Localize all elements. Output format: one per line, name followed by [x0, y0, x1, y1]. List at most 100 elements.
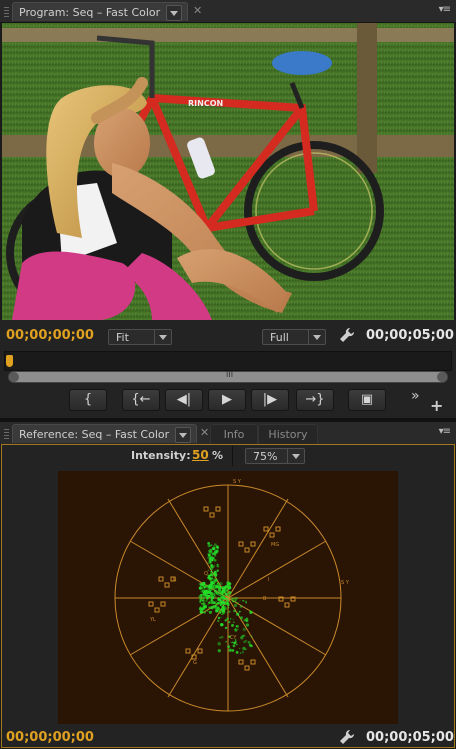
vector-trace-point	[221, 592, 224, 595]
wrench-icon[interactable]	[339, 729, 355, 749]
vector-trace-point	[214, 559, 216, 561]
zoom-select[interactable]: Fit	[108, 329, 172, 345]
tab-program[interactable]: Program: Seq – Fast Color	[12, 2, 188, 21]
vector-trace-point	[206, 589, 210, 593]
zoom-scrollbar[interactable]: III	[8, 370, 448, 383]
vector-label-cy: CY	[230, 635, 237, 641]
vector-target-box	[215, 506, 221, 512]
scrollbar-grip: III	[226, 370, 234, 379]
vector-trace-point	[207, 541, 210, 545]
vector-trace-point	[209, 574, 212, 577]
vector-label-q: Q	[204, 571, 208, 577]
vector-trace-point	[218, 586, 222, 590]
quality-select[interactable]: Full	[262, 329, 326, 345]
vector-label-mg: MG	[271, 542, 279, 548]
tab-history[interactable]: History	[258, 424, 318, 444]
vector-trace-point	[201, 587, 204, 589]
vector-trace-point	[235, 643, 238, 646]
vector-label-sy: S Y	[233, 479, 242, 485]
scrollbar-right-handle[interactable]	[437, 372, 447, 382]
scrollbar-left-handle[interactable]	[9, 372, 19, 382]
vector-trace-point	[228, 591, 232, 595]
vector-target-box	[263, 526, 269, 532]
vector-trace-point	[217, 616, 221, 620]
vector-trace-point	[216, 601, 220, 605]
vector-trace-point	[206, 600, 208, 602]
vector-trace-point	[211, 585, 213, 587]
step-back-icon: ◀|	[176, 392, 192, 407]
go-to-out-button[interactable]: →}	[296, 389, 334, 411]
vector-trace-point	[233, 609, 236, 613]
step-forward-button[interactable]: |▶	[251, 389, 289, 411]
vector-trace-point	[204, 605, 208, 608]
vector-trace-point	[209, 556, 213, 559]
vector-target-box	[250, 659, 256, 665]
vectorscope-display[interactable]: S Y S Y MG B CY R G YL I Q	[58, 471, 398, 724]
export-frame-button[interactable]: ▣	[348, 389, 386, 411]
vectorscope-scale-select[interactable]: 75%	[245, 448, 305, 464]
vector-trace-point	[219, 636, 221, 639]
add-button-icon[interactable]: +	[430, 396, 443, 415]
step-back-button[interactable]: ◀|	[165, 389, 203, 411]
mark-in-button[interactable]: {	[69, 389, 107, 411]
vector-trace-point	[227, 645, 231, 648]
vector-trace-point	[226, 612, 229, 614]
vector-trace-point	[218, 590, 221, 592]
vector-trace-point	[219, 611, 222, 614]
tab-dropdown-icon[interactable]	[175, 427, 192, 443]
vector-trace-point	[200, 602, 203, 605]
vector-trace-point	[238, 610, 241, 613]
wrench-icon[interactable]	[339, 327, 355, 347]
vector-trace-point	[225, 640, 227, 643]
vector-target-box	[164, 582, 170, 588]
vector-target-box	[209, 512, 215, 518]
vector-trace-point	[226, 585, 229, 589]
program-timecode-duration: 00;00;05;00	[366, 328, 454, 343]
vector-trace-point	[203, 591, 206, 594]
vector-trace-point	[210, 582, 214, 586]
vector-trace-point	[222, 601, 226, 605]
vector-trace-point	[210, 570, 213, 573]
vector-target-box	[185, 648, 191, 654]
program-timecode-current[interactable]: 00;00;00;00	[6, 328, 94, 343]
svg-text:RINCON: RINCON	[188, 99, 223, 108]
intensity-value[interactable]: 50	[192, 448, 209, 462]
vector-trace-point	[210, 564, 213, 567]
vector-target-box	[244, 547, 250, 553]
vector-trace-point	[231, 649, 235, 652]
vector-target-box	[238, 659, 244, 665]
panel-menu-icon[interactable]: ▾≡	[439, 4, 451, 15]
vector-trace-point	[215, 600, 217, 603]
play-button[interactable]: ▶	[208, 389, 246, 411]
close-icon[interactable]: ✕	[200, 426, 209, 439]
intensity-unit: %	[212, 449, 224, 462]
tab-dropdown-icon[interactable]	[166, 5, 183, 21]
vector-trace-point	[216, 582, 219, 584]
vector-trace-point	[231, 623, 234, 627]
vector-trace-point	[207, 610, 209, 612]
playhead-icon[interactable]	[6, 355, 13, 367]
panel-grip-icon[interactable]	[4, 5, 9, 17]
vector-trace-point	[237, 601, 239, 604]
tab-reference[interactable]: Reference: Seq – Fast Color	[12, 424, 197, 443]
panel-menu-icon[interactable]: ▾≡	[439, 426, 451, 437]
vector-trace-point	[241, 651, 245, 654]
chevron-down-icon	[287, 449, 304, 463]
time-ruler[interactable]	[4, 351, 452, 371]
vector-trace-point	[233, 641, 236, 645]
vector-trace-point	[206, 609, 208, 611]
go-to-in-button[interactable]: {←	[122, 389, 160, 411]
tab-info-label: Info	[223, 428, 245, 441]
tab-info[interactable]: Info	[210, 424, 258, 444]
reference-timecode-current[interactable]: 00;00;00;00	[6, 730, 94, 745]
vector-trace-point	[205, 596, 208, 599]
vector-target-box	[160, 601, 166, 607]
close-icon[interactable]: ✕	[193, 4, 202, 17]
panel-grip-icon[interactable]	[4, 427, 9, 439]
vector-trace-point	[207, 595, 210, 597]
more-controls-icon[interactable]: »	[411, 388, 420, 404]
program-video-frame[interactable]: RINCON	[2, 23, 454, 320]
vector-trace-point	[234, 597, 238, 601]
camera-icon: ▣	[360, 392, 374, 407]
vectorscope-graticule: S Y S Y MG B CY R G YL I Q	[114, 479, 350, 712]
